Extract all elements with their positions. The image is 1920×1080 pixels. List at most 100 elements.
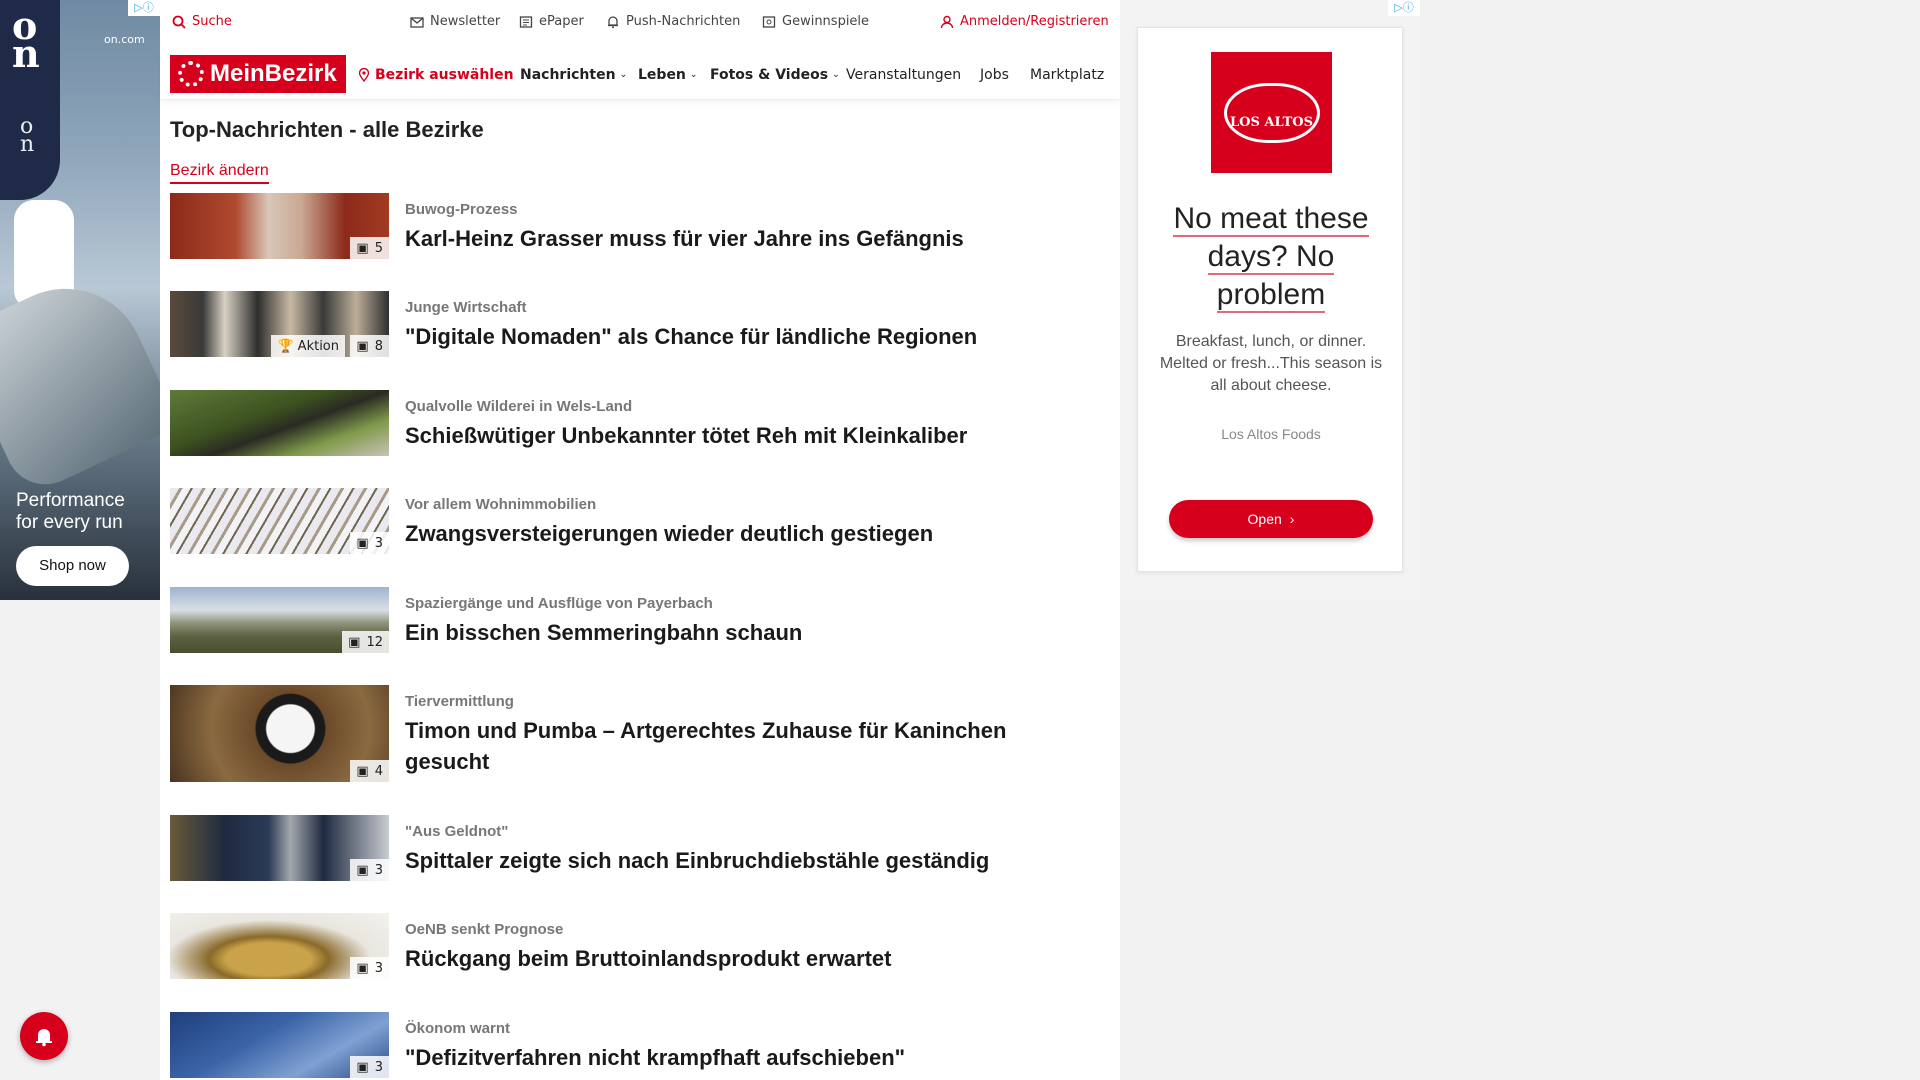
- mail-icon: [410, 16, 424, 28]
- notification-bell-button[interactable]: [20, 1012, 68, 1060]
- push-link[interactable]: Push-Nachrichten: [606, 14, 740, 29]
- article-kicker: Ökonom warnt: [405, 1020, 511, 1037]
- ad-brand-logo: LOS ALTOS: [1211, 52, 1332, 173]
- article-thumbnail[interactable]: ▣ 4: [170, 685, 389, 782]
- ad-headline-text: No meat these days? No problem: [1173, 202, 1369, 313]
- ad-open-button[interactable]: Open ›: [1169, 500, 1373, 538]
- article-thumbnail[interactable]: ▣ 5: [170, 193, 389, 259]
- article-thumbnail[interactable]: 🏆 Aktion ▣ 8: [170, 291, 389, 357]
- bezirk-select-label: Bezirk auswählen: [375, 67, 514, 83]
- chevron-down-icon: ⌄: [619, 70, 628, 80]
- logo-sun-icon: [178, 61, 204, 87]
- article-item[interactable]: ▣ 12 Spaziergänge und Ausflüge von Payerb…: [170, 587, 1070, 657]
- search-label: Suche: [192, 14, 232, 29]
- article-headline[interactable]: Rückgang beim Bruttoinlandsprodukt erwar…: [405, 943, 1085, 974]
- article-kicker: Junge Wirtschaft: [405, 299, 527, 316]
- ad-tagline-line1: Performance: [16, 490, 125, 511]
- photo-count: 3: [374, 1059, 383, 1075]
- image-gallery-icon: ▣: [356, 338, 369, 354]
- bell-icon: [36, 1029, 52, 1047]
- adchoices-icon[interactable]: ▷ⓘ: [1388, 0, 1420, 16]
- nav-veranstaltungen[interactable]: Veranstaltungen: [846, 67, 961, 83]
- ad-advertiser: Los Altos Foods: [1221, 426, 1321, 442]
- nav-marktplatz[interactable]: Marktplatz: [1030, 67, 1110, 83]
- epaper-link[interactable]: ePaper: [519, 14, 584, 29]
- article-thumbnail[interactable]: ▣ 3: [170, 913, 389, 979]
- article-headline[interactable]: Timon und Pumba – Artgerechtes Zuhause f…: [405, 715, 1085, 777]
- main-navigation: MeinBezirk Bezirk auswählen Nachrichten ⌄…: [160, 50, 1120, 100]
- image-gallery-icon: ▣: [348, 634, 361, 650]
- shop-now-button[interactable]: Shop now: [16, 546, 129, 586]
- image-gallery-icon: ▣: [356, 240, 369, 256]
- photo-count-badge: ▣ 4: [350, 760, 389, 782]
- photo-count: 3: [374, 535, 383, 551]
- bell-icon: [608, 15, 618, 28]
- article-kicker: Vor allem Wohnimmobilien: [405, 496, 597, 513]
- login-label: Anmelden/Registrieren: [960, 14, 1109, 29]
- image-gallery-icon: ▣: [356, 535, 369, 551]
- aktion-label: Aktion: [297, 338, 339, 354]
- article-headline[interactable]: Zwangsversteigerungen wieder deutlich ge…: [405, 518, 1085, 549]
- photo-count-badge: ▣ 12: [342, 631, 389, 653]
- photo-count-badge: ▣ 3: [350, 859, 389, 881]
- login-link[interactable]: Anmelden/Registrieren: [940, 14, 1109, 29]
- article-headline[interactable]: Schießwütiger Unbekannter tötet Reh mit …: [405, 420, 1085, 451]
- ad-domain: on.com: [104, 33, 145, 46]
- photo-count: 5: [374, 240, 383, 256]
- newsletter-link[interactable]: Newsletter: [410, 14, 500, 29]
- article-headline[interactable]: Ein bisschen Semmeringbahn schaun: [405, 617, 1085, 648]
- page-title: Top-Nachrichten - alle Bezirke: [170, 117, 484, 142]
- article-item[interactable]: 🏆 Aktion ▣ 8 Junge Wirtschaft "Digitale No…: [170, 291, 1070, 361]
- article-kicker: "Aus Geldnot": [405, 823, 509, 840]
- nav-fotos-videos-label: Fotos & Videos: [710, 67, 829, 83]
- article-kicker: Buwog-Prozess: [405, 201, 518, 218]
- ad-headline[interactable]: No meat these days? No problem: [1158, 200, 1384, 314]
- photo-count-badge: ▣ 3: [350, 532, 389, 554]
- right-sidebar-ad: ▷ⓘ LOS ALTOS No meat these days? No prob…: [1120, 0, 1420, 600]
- top-bar: Suche Newsletter ePaper Push-Nachrichten…: [160, 0, 1120, 46]
- gewinnspiele-link[interactable]: Gewinnspiele: [762, 14, 869, 29]
- on-logo-small: on: [20, 114, 35, 157]
- article-thumbnail[interactable]: [170, 390, 389, 456]
- article-thumbnail[interactable]: ▣ 12: [170, 587, 389, 653]
- chevron-right-icon: ›: [1289, 511, 1295, 527]
- article-kicker: OeNB senkt Prognose: [405, 921, 564, 938]
- article-thumbnail[interactable]: ▣ 3: [170, 488, 389, 554]
- article-thumbnail[interactable]: ▣ 3: [170, 815, 389, 881]
- photo-count-badge: ▣ 3: [350, 957, 389, 979]
- article-item[interactable]: ▣ 3 "Aus Geldnot" Spittaler zeigte sich n…: [170, 815, 1070, 885]
- adchoices-icon[interactable]: ▷ⓘ: [128, 0, 160, 16]
- article-headline[interactable]: "Defizitverfahren nicht krampfhaft aufsc…: [405, 1042, 1085, 1073]
- bezirk-change-link[interactable]: Bezirk ändern: [170, 162, 269, 184]
- article-headline[interactable]: Spittaler zeigte sich nach Einbruchdiebs…: [405, 845, 1085, 876]
- article-item[interactable]: ▣ 5 Buwog-Prozess Karl-Heinz Grasser muss…: [170, 193, 1070, 263]
- site-logo[interactable]: MeinBezirk: [170, 55, 346, 93]
- nav-nachrichten[interactable]: Nachrichten ⌄: [520, 67, 627, 83]
- nav-leben[interactable]: Leben ⌄: [638, 67, 697, 83]
- article-item[interactable]: ▣ 4 Tiervermittlung Timon und Pumba – Art…: [170, 685, 1070, 783]
- newsletter-label: Newsletter: [430, 14, 501, 29]
- article-thumbnail[interactable]: ▣ 3: [170, 1012, 389, 1078]
- bezirk-select[interactable]: Bezirk auswählen: [357, 67, 514, 83]
- ad-open-label: Open: [1247, 511, 1282, 527]
- article-item[interactable]: ▣ 3 OeNB senkt Prognose Rückgang beim Bru…: [170, 913, 1070, 983]
- image-gallery-icon: ▣: [356, 862, 369, 878]
- ad-card[interactable]: LOS ALTOS No meat these days? No problem…: [1137, 27, 1403, 572]
- nav-fotos-videos[interactable]: Fotos & Videos ⌄: [710, 67, 840, 83]
- photo-count-badge: ▣ 5: [350, 237, 389, 259]
- nav-jobs[interactable]: Jobs: [980, 67, 1009, 83]
- brand-badge-text: LOS ALTOS: [1223, 82, 1320, 143]
- article-kicker: Qualvolle Wilderei in Wels-Land: [405, 398, 633, 415]
- article-item[interactable]: ▣ 3 Ökonom warnt "Defizitverfahren nicht …: [170, 1012, 1070, 1080]
- photo-count: 8: [374, 338, 383, 354]
- article-headline[interactable]: Karl-Heinz Grasser muss für vier Jahre i…: [405, 223, 1085, 254]
- search-link[interactable]: Suche: [172, 14, 232, 29]
- article-item[interactable]: ▣ 3 Vor allem Wohnimmobilien Zwangsverste…: [170, 488, 1070, 558]
- ad-body: Breakfast, lunch, or dinner. Melted or f…: [1159, 333, 1383, 394]
- ad-tagline-line2: for every run: [16, 512, 123, 533]
- left-skyscraper-ad[interactable]: on on on.com ▷ⓘ Performance for every ru…: [0, 0, 160, 600]
- article-headline[interactable]: "Digitale Nomaden" als Chance für ländli…: [405, 321, 1085, 352]
- gewinnspiele-label: Gewinnspiele: [782, 14, 870, 29]
- article-item[interactable]: Qualvolle Wilderei in Wels-Land Schießwü…: [170, 390, 1070, 460]
- photo-count: 12: [366, 634, 383, 650]
